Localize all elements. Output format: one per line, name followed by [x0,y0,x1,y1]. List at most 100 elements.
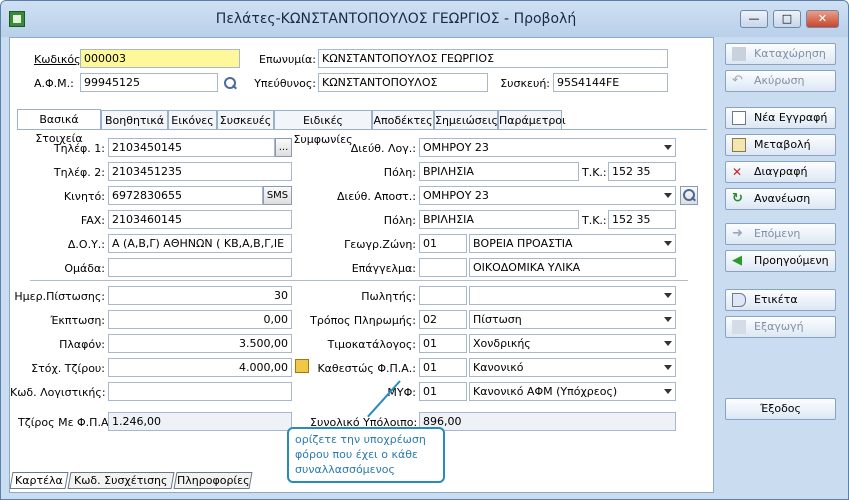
vat-code-field[interactable]: 01 [419,358,467,377]
vat-select[interactable]: Κανονικό [469,358,676,377]
tel2-label: Τηλέφ. 2: [53,166,105,179]
mobile-label: Κινητό: [63,190,105,203]
ship-search-button[interactable] [680,186,698,205]
target-label: Στόχ. Τζίρου: [31,362,105,375]
save-icon [732,47,746,61]
chevron-down-icon [664,193,672,198]
label-label: Ετικέτα [754,293,798,306]
tab-agreements[interactable]: Ειδικές Συμφωνίες [274,110,372,146]
discount-field[interactable]: 0,00 [108,310,292,329]
city2-field[interactable]: ΒΡΙΛΗΣΙΑ [419,210,579,229]
cancel-button[interactable]: ↶ Ακύρωση [725,70,836,92]
credit-days-field[interactable]: 30 [108,286,292,305]
zip-label: Τ.Κ.: [582,166,607,179]
profession-field[interactable]: ΟΙΚΟΔΟΜΙΚΑ ΥΛΙΚΑ [469,258,676,277]
delete-label: Διαγραφή [754,165,808,178]
sms-button[interactable]: SMS [263,186,292,205]
export-button[interactable]: Εξαγωγή [725,316,836,338]
zip2-field[interactable]: 152 35 [608,210,676,229]
code-field[interactable]: 000003 [80,49,240,68]
name-field[interactable]: ΚΩΝΣΤΑΝΤΟΠΟΥΛΟΣ ΓΕΩΡΓΙΟΣ [318,49,668,68]
target-field[interactable]: 4.000,00 [108,358,292,377]
pricelist-label: Τιμοκατάλογος: [327,338,416,351]
delete-icon: ✕ [732,165,743,179]
maximize-button[interactable]: □ [773,10,801,28]
bottom-tab-info[interactable]: Πληροφορίες [173,472,253,489]
city-label: Πόλη: [383,166,416,179]
city2-label: Πόλη: [383,214,416,227]
profession-label: Επάγγελμα: [351,262,416,275]
profession-code-field[interactable] [419,258,467,277]
afm-field[interactable]: 99945125 [80,73,218,92]
doy-field[interactable]: Α (Α,Β,Γ) ΑΘΗΝΩΝ ( ΚΒ,Α,Β,Γ,ΙΕ [108,234,292,253]
bottom-tab-relation[interactable]: Κωδ. Συσχέτισης [67,472,175,489]
bottom-tab-card[interactable]: Καρτέλα [9,472,69,489]
responsible-field[interactable]: ΚΩΝΣΤΑΝΤΟΠΟΥΛΟΣ [318,73,488,92]
ship-address-select[interactable]: ΟΜΗΡΟΥ 23 [419,186,676,205]
pricelist-select[interactable]: Χονδρικής [469,334,676,353]
seller-label: Πωλητής: [361,290,416,303]
export-label: Εξαγωγή [754,320,804,333]
payment-select[interactable]: Πίστωση [469,310,676,329]
zone-code-field[interactable]: 01 [419,234,467,253]
chevron-down-icon [664,389,672,394]
tab-devices[interactable]: Συσκευές [217,110,274,130]
zip-field[interactable]: 152 35 [608,162,676,181]
balance-field: 896,00 [419,412,676,431]
tab-images[interactable]: Εικόνες [168,110,217,130]
refresh-icon: ↻ [732,191,743,206]
edit-button[interactable]: Μεταβολή [725,134,836,156]
tab-recipients[interactable]: Αποδέκτες [372,110,434,130]
edit-note-icon[interactable] [295,359,309,373]
zone-value: ΒΟΡΕΙΑ ΠΡΟΑΣΤΙΑ [473,237,573,250]
ship-address-label: Διεύθ. Αποστ.: [337,190,416,203]
section-divider [30,280,688,281]
next-button[interactable]: ➜ Επόμενη [725,223,836,245]
mobile-field[interactable]: 6972830655 [108,186,263,205]
payment-code-field[interactable]: 02 [419,310,467,329]
more-button[interactable]: ... [275,138,292,157]
myf-select[interactable]: Κανονικό ΑΦΜ (Υπόχρεος) [469,382,676,401]
save-button[interactable]: Καταχώρηση [725,43,836,65]
tel1-field[interactable]: 2103450145 [108,138,275,157]
new-document-icon [732,111,746,125]
tab-notes[interactable]: Σημειώσεις [434,110,498,130]
tel1-label: Τηλέφ. 1: [53,142,105,155]
tab-basic[interactable]: Βασικά Στοιχεία [17,109,101,145]
myf-code-field[interactable]: 01 [419,382,467,401]
city-field[interactable]: ΒΡΙΛΗΣΙΑ [419,162,579,181]
exit-button[interactable]: Έξοδος [725,398,836,420]
chevron-down-icon [664,341,672,346]
vat-value: Κανονικό [473,361,524,374]
callout-tooltip: ορίζετε την υποχρέωση φόρου που έχει ο κ… [287,427,445,483]
tab-parameters[interactable]: Παράμετροι [498,110,566,130]
tel2-field[interactable]: 2103451235 [108,162,292,181]
accounting-field[interactable] [108,382,292,401]
bottom-tab-card-label: Καρτέλα [15,474,63,487]
address-select[interactable]: ΟΜΗΡΟΥ 23 [419,138,676,157]
zone-select[interactable]: ΒΟΡΕΙΑ ΠΡΟΑΣΤΙΑ [469,234,676,253]
address-value: ΟΜΗΡΟΥ 23 [423,141,489,154]
form-area: Κωδικός: 000003 Επωνυμία: ΚΩΝΣΤΑΝΤΟΠΟΥΛΟ… [9,37,714,493]
fax-field[interactable]: 2103460145 [108,210,292,229]
seller-code-field[interactable] [419,286,467,305]
new-record-button[interactable]: Νέα Εγγραφή [725,107,836,129]
device-field[interactable]: 95S4144FE [553,73,668,92]
edit-icon [732,138,746,152]
accounting-label: Κωδ. Λογιστικής: [10,386,106,399]
previous-button[interactable]: ◀ Προηγούμενη [725,250,836,272]
delete-button[interactable]: ✕ Διαγραφή [725,161,836,183]
minimize-button[interactable]: — [740,10,768,28]
seller-select[interactable] [469,286,676,305]
tab-auxiliary[interactable]: Βοηθητικά [101,110,168,130]
refresh-button[interactable]: ↻ Ανανέωση [725,188,836,210]
pricelist-code-field[interactable]: 01 [419,334,467,353]
customer-window: Πελάτες-ΚΩΝΣΤΑΝΤΟΠΟΥΛΟΣ ΓΕΩΡΓΙΟΣ - Προβο… [0,0,849,500]
close-button[interactable]: ✕ [806,10,839,28]
label-button[interactable]: Ετικέτα [725,289,836,311]
previous-label: Προηγούμενη [754,254,829,267]
ship-address-value: ΟΜΗΡΟΥ 23 [423,189,489,202]
search-icon[interactable] [222,75,238,91]
plafond-field[interactable]: 3.500,00 [108,334,292,353]
group-field[interactable] [108,258,292,277]
